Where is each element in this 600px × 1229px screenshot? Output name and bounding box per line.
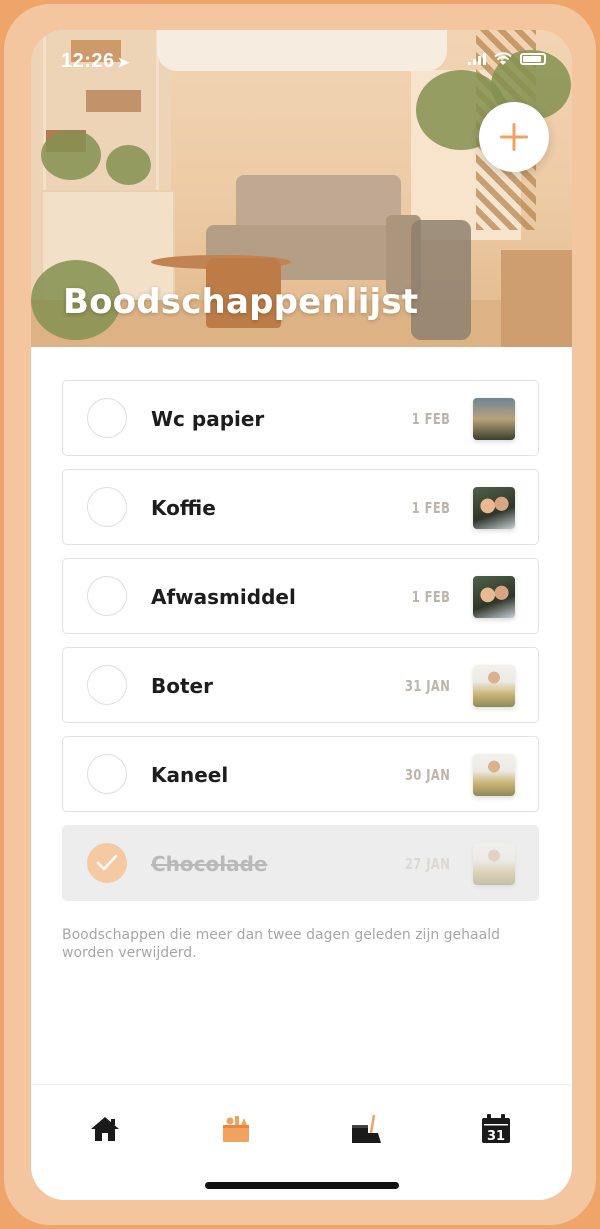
list-item-completed[interactable]: Chocolade 27 JAN <box>62 825 539 901</box>
item-name: Afwasmiddel <box>151 585 296 609</box>
calendar-icon: 31 <box>482 1114 510 1144</box>
battery-icon <box>520 53 546 65</box>
status-time: 12:26 ➤ <box>61 50 130 73</box>
status-time-text: 12:26 <box>61 50 115 72</box>
checkbox[interactable] <box>87 665 127 705</box>
list-item[interactable]: Afwasmiddel 1 FEB <box>62 558 539 634</box>
checkbox[interactable] <box>87 398 127 438</box>
avatar <box>473 754 515 796</box>
tab-calendar[interactable]: 31 <box>478 1111 514 1147</box>
list-item[interactable]: Kaneel 30 JAN <box>62 736 539 812</box>
checkbox[interactable] <box>87 487 127 527</box>
status-notch <box>157 30 447 71</box>
tab-shopping[interactable] <box>218 1111 254 1147</box>
avatar <box>473 665 515 707</box>
shopping-list: Wc papier 1 FEB Koffie 1 FEB Afwasmiddel… <box>62 380 539 914</box>
location-arrow-icon: ➤ <box>117 54 130 70</box>
list-item[interactable]: Wc papier 1 FEB <box>62 380 539 456</box>
item-name: Kaneel <box>151 763 229 787</box>
list-item[interactable]: Boter 31 JAN <box>62 647 539 723</box>
list-item[interactable]: Koffie 1 FEB <box>62 469 539 545</box>
calendar-day: 31 <box>487 1129 505 1144</box>
avatar <box>473 398 515 440</box>
checkbox[interactable] <box>87 754 127 794</box>
checkbox-checked[interactable] <box>87 843 127 883</box>
item-date: 1 FEB <box>411 410 450 428</box>
avatar <box>473 843 515 885</box>
home-icon <box>91 1117 119 1141</box>
tab-home[interactable] <box>87 1111 123 1147</box>
item-name: Boter <box>151 674 213 698</box>
item-date: 1 FEB <box>411 588 450 606</box>
item-date: 30 JAN <box>404 766 450 784</box>
shopping-basket-icon <box>223 1116 249 1142</box>
avatar <box>473 576 515 618</box>
status-icons <box>468 52 546 66</box>
checkmark-icon <box>96 854 118 871</box>
item-date: 31 JAN <box>404 677 450 695</box>
item-date: 27 JAN <box>404 855 450 873</box>
item-name: Wc papier <box>151 407 265 431</box>
removal-note: Boodschappen die meer dan twee dagen gel… <box>62 927 500 961</box>
add-item-button[interactable] <box>479 102 549 172</box>
app-screen: 12:26 ➤ Boodschappenlijst Wc papier 1 FEB… <box>31 30 572 1200</box>
checkbox[interactable] <box>87 576 127 616</box>
home-indicator <box>205 1182 399 1189</box>
item-date: 1 FEB <box>411 499 450 517</box>
item-name: Koffie <box>151 496 216 520</box>
plus-icon <box>500 123 528 151</box>
cleaning-icon <box>352 1114 381 1143</box>
page-title: Boodschappenlijst <box>63 282 419 322</box>
avatar <box>473 487 515 529</box>
tab-chores[interactable] <box>348 1111 384 1147</box>
signal-icon <box>468 53 486 65</box>
item-name: Chocolade <box>151 852 268 876</box>
wifi-icon <box>494 52 512 65</box>
